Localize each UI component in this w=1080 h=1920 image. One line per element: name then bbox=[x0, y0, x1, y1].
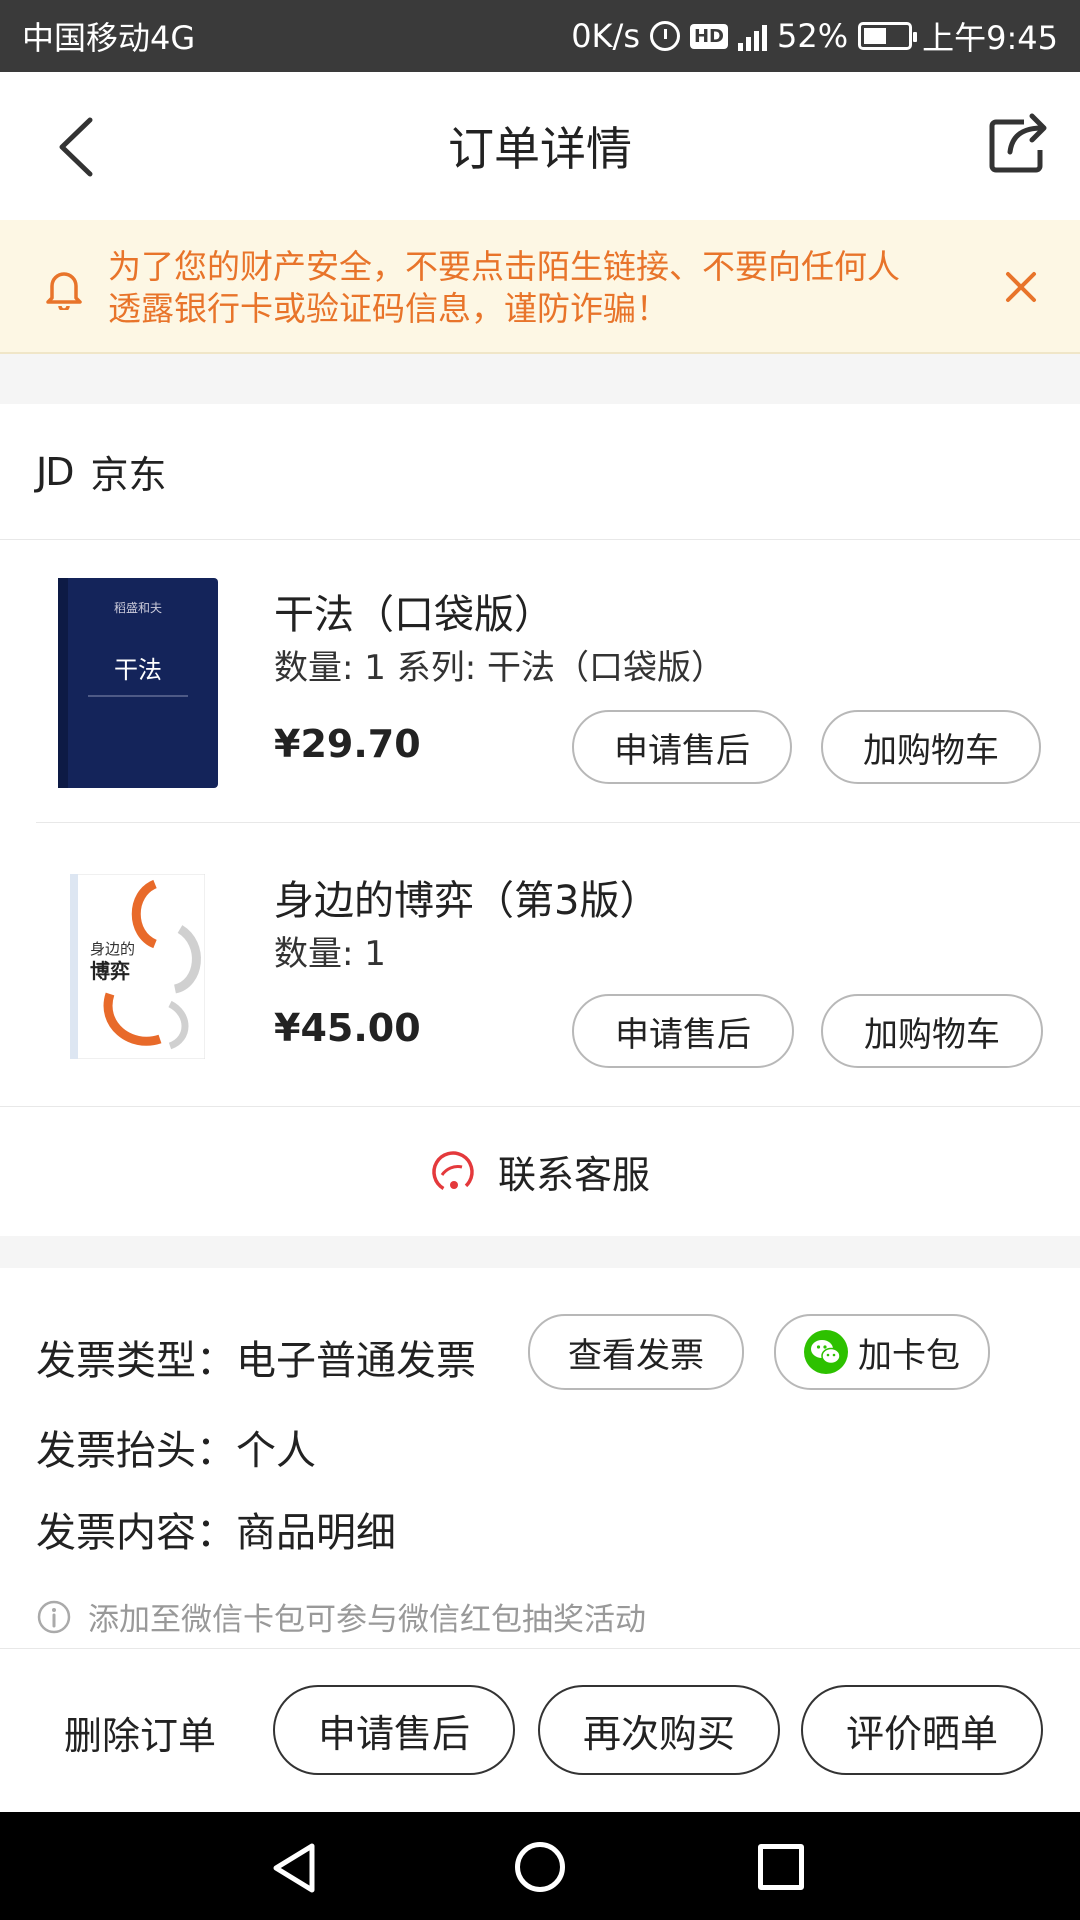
back-arrow-icon[interactable] bbox=[48, 112, 108, 182]
cover-title-line1: 身边的 bbox=[90, 940, 135, 958]
jd-logo: JD bbox=[36, 449, 74, 494]
invoice-content-row: 发票内容：商品明细 bbox=[36, 1500, 396, 1558]
cover-author: 稻盛和夫 bbox=[114, 600, 162, 615]
notice-line-1: 为了您的财产安全，不要点击陌生链接、不要向任何人 bbox=[108, 247, 900, 286]
shop-header[interactable]: JD 京东 bbox=[0, 404, 1080, 540]
status-bar: 中国移动4G 0K/s HD 52% 上午9:45 bbox=[0, 0, 1080, 72]
invoice-type-key: 发票类型： bbox=[36, 1338, 236, 1384]
wallet-tip-text: 添加至微信卡包可参与微信红包抽奖活动 bbox=[88, 1602, 646, 1638]
add-to-cart-button[interactable]: 加购物车 bbox=[821, 994, 1043, 1068]
product-item[interactable]: 身边的 博弈 身边的博弈（第3版） 数量: 1 ¥45.00 申请售后 加购物车 bbox=[0, 824, 1080, 1107]
bell-icon bbox=[46, 272, 82, 310]
nav-recents-icon[interactable] bbox=[758, 1844, 804, 1890]
after-sale-button[interactable]: 申请售后 bbox=[572, 710, 792, 784]
invoice-type-value: 电子普通发票 bbox=[236, 1338, 476, 1384]
invoice-title-key: 发票抬头： bbox=[36, 1428, 236, 1474]
product-title[interactable]: 身边的博弈（第3版） bbox=[274, 868, 659, 926]
share-icon[interactable] bbox=[984, 108, 1054, 178]
product-price: ¥29.70 bbox=[274, 722, 421, 766]
hd-icon: HD bbox=[689, 23, 728, 49]
battery-percent: 52% bbox=[777, 17, 849, 55]
wechat-icon bbox=[804, 1330, 848, 1374]
invoice-title-value: 个人 bbox=[236, 1428, 316, 1474]
network-speed: 0K/s bbox=[571, 17, 640, 55]
add-to-cart-button[interactable]: 加购物车 bbox=[821, 710, 1041, 784]
invoice-content-value: 商品明细 bbox=[236, 1510, 396, 1556]
nav-back-icon[interactable] bbox=[270, 1842, 320, 1894]
invoice-type-row: 发票类型：电子普通发票 bbox=[36, 1328, 476, 1386]
close-icon[interactable] bbox=[1002, 268, 1040, 306]
nav-home-icon[interactable] bbox=[515, 1842, 565, 1892]
page-title: 订单详情 bbox=[448, 122, 632, 176]
invoice-card: 发票类型：电子普通发票 查看发票 加卡包 发票抬头：个人 发票内容：商品明细 添… bbox=[0, 1268, 1080, 1648]
cover-title-line2: 博弈 bbox=[90, 959, 130, 983]
buy-again-button[interactable]: 再次购买 bbox=[538, 1685, 780, 1775]
delete-order-button[interactable]: 删除订单 bbox=[64, 1705, 216, 1760]
after-sale-button[interactable]: 申请售后 bbox=[572, 994, 794, 1068]
alarm-icon bbox=[649, 21, 680, 51]
add-to-wallet-button[interactable]: 加卡包 bbox=[774, 1314, 990, 1390]
product-meta: 数量: 1 系列: 干法（口袋版） bbox=[274, 648, 725, 688]
security-notice: 为了您的财产安全，不要点击陌生链接、不要向任何人 透露银行卡或验证码信息，谨防诈… bbox=[0, 220, 1080, 354]
book-cover-image[interactable]: 稻盛和夫 干法 bbox=[58, 578, 218, 788]
book-cover-image[interactable]: 身边的 博弈 bbox=[70, 874, 205, 1059]
nav-header: 订单详情 bbox=[0, 72, 1080, 220]
after-sale-order-button[interactable]: 申请售后 bbox=[273, 1685, 515, 1775]
contact-service-label: 联系客服 bbox=[497, 1153, 650, 1197]
cover-title: 干法 bbox=[114, 656, 162, 684]
add-to-wallet-label: 加卡包 bbox=[858, 1335, 960, 1376]
wallet-tip: 添加至微信卡包可参与微信红包抽奖活动 bbox=[36, 1594, 646, 1639]
product-price: ¥45.00 bbox=[274, 1006, 421, 1050]
order-items-card: JD 京东 稻盛和夫 干法 干法（口袋版） 数量: 1 系列: 干法（口袋版） … bbox=[0, 404, 1080, 1236]
status-indicators: 0K/s HD 52% 上午9:45 bbox=[571, 13, 1058, 59]
signal-icon bbox=[738, 21, 767, 51]
product-title[interactable]: 干法（口袋版） bbox=[274, 582, 554, 640]
shop-name: 京东 bbox=[90, 453, 167, 497]
customer-service-icon bbox=[432, 1150, 474, 1193]
clock: 上午9:45 bbox=[922, 19, 1058, 57]
contact-service-button[interactable]: 联系客服 bbox=[0, 1106, 1080, 1236]
order-action-bar: 删除订单 申请售后 再次购买 评价晒单 bbox=[0, 1648, 1080, 1812]
view-invoice-button[interactable]: 查看发票 bbox=[528, 1314, 744, 1390]
invoice-title-row: 发票抬头：个人 bbox=[36, 1418, 316, 1476]
battery-icon bbox=[858, 22, 918, 50]
invoice-content-key: 发票内容： bbox=[36, 1510, 236, 1556]
product-item[interactable]: 稻盛和夫 干法 干法（口袋版） 数量: 1 系列: 干法（口袋版） ¥29.70… bbox=[36, 540, 1080, 823]
product-meta: 数量: 1 bbox=[274, 934, 386, 974]
review-order-button[interactable]: 评价晒单 bbox=[801, 1685, 1043, 1775]
notice-text: 为了您的财产安全，不要点击陌生链接、不要向任何人 透露银行卡或验证码信息，谨防诈… bbox=[108, 246, 988, 330]
carrier-label: 中国移动4G bbox=[22, 19, 196, 57]
system-nav-bar bbox=[0, 1812, 1080, 1920]
notice-line-2: 透露银行卡或验证码信息，谨防诈骗！ bbox=[108, 289, 669, 328]
info-icon bbox=[37, 1600, 71, 1633]
